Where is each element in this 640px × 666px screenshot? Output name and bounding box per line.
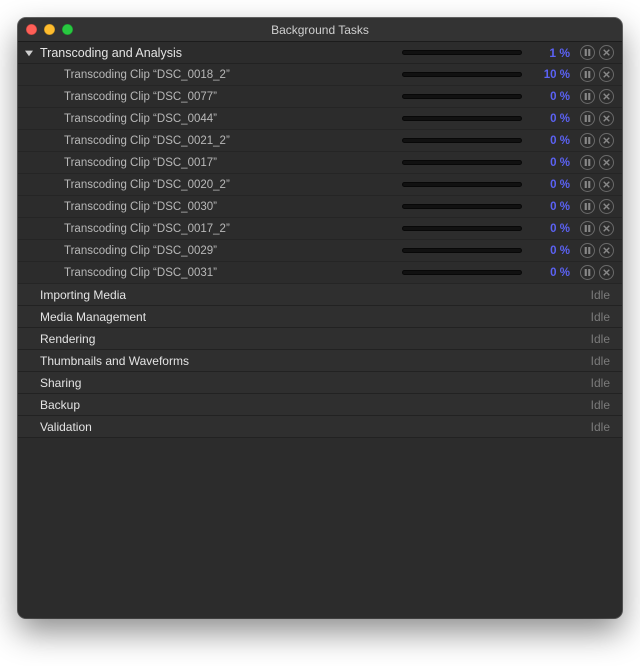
- category-row[interactable]: Rendering Idle: [18, 328, 622, 350]
- close-icon[interactable]: [26, 24, 37, 35]
- window-title: Background Tasks: [271, 23, 369, 37]
- pause-button[interactable]: [580, 45, 595, 60]
- task-progress-percent: 0 %: [532, 157, 570, 169]
- task-label: Transcoding Clip “DSC_0029”: [64, 245, 217, 257]
- category-label: Thumbnails and Waveforms: [40, 354, 189, 368]
- cancel-button[interactable]: [599, 45, 614, 60]
- cancel-button[interactable]: [599, 221, 614, 236]
- task-progress-bar: [402, 116, 522, 121]
- pause-button[interactable]: [580, 243, 595, 258]
- task-progress-percent: 0 %: [532, 223, 570, 235]
- cancel-button[interactable]: [599, 177, 614, 192]
- pause-button[interactable]: [580, 133, 595, 148]
- cancel-button[interactable]: [599, 111, 614, 126]
- task-progress-percent: 0 %: [532, 179, 570, 191]
- task-list: Transcoding and Analysis 1 % Transcoding…: [18, 42, 622, 618]
- task-progress-bar: [402, 270, 522, 275]
- task-label: Transcoding Clip “DSC_0017”: [64, 157, 217, 169]
- task-label: Transcoding Clip “DSC_0031”: [64, 267, 217, 279]
- pause-button[interactable]: [580, 111, 595, 126]
- task-progress-percent: 0 %: [532, 245, 570, 257]
- cancel-button[interactable]: [599, 67, 614, 82]
- task-progress-bar: [402, 182, 522, 187]
- task-label: Transcoding Clip “DSC_0017_2”: [64, 223, 230, 235]
- category-row[interactable]: Backup Idle: [18, 394, 622, 416]
- category-row[interactable]: Media Management Idle: [18, 306, 622, 328]
- zoom-icon[interactable]: [62, 24, 73, 35]
- task-row: Transcoding Clip “DSC_0030” 0 %: [18, 196, 622, 218]
- category-progress-bar: [402, 50, 522, 55]
- task-row: Transcoding Clip “DSC_0077” 0 %: [18, 86, 622, 108]
- cancel-button[interactable]: [599, 89, 614, 104]
- pause-button[interactable]: [580, 221, 595, 236]
- minimize-icon[interactable]: [44, 24, 55, 35]
- category-label: Sharing: [40, 376, 81, 390]
- category-label: Media Management: [40, 310, 146, 324]
- category-status: Idle: [591, 398, 614, 412]
- category-status: Idle: [591, 332, 614, 346]
- category-status: Idle: [591, 420, 614, 434]
- task-label: Transcoding Clip “DSC_0021_2”: [64, 135, 230, 147]
- category-status: Idle: [591, 376, 614, 390]
- pause-button[interactable]: [580, 67, 595, 82]
- cancel-button[interactable]: [599, 243, 614, 258]
- category-status: Idle: [591, 310, 614, 324]
- category-progress-percent: 1 %: [532, 46, 570, 60]
- task-progress-bar: [402, 72, 522, 77]
- window-controls: [26, 24, 73, 35]
- category-status: Idle: [591, 288, 614, 302]
- task-progress-bar: [402, 248, 522, 253]
- task-progress-percent: 0 %: [532, 135, 570, 147]
- category-label: Validation: [40, 420, 92, 434]
- task-row: Transcoding Clip “DSC_0044” 0 %: [18, 108, 622, 130]
- cancel-button[interactable]: [599, 199, 614, 214]
- task-row: Transcoding Clip “DSC_0017_2” 0 %: [18, 218, 622, 240]
- category-row[interactable]: Validation Idle: [18, 416, 622, 438]
- task-label: Transcoding Clip “DSC_0018_2”: [64, 69, 230, 81]
- pause-button[interactable]: [580, 199, 595, 214]
- category-label: Rendering: [40, 332, 95, 346]
- category-label: Backup: [40, 398, 80, 412]
- task-label: Transcoding Clip “DSC_0030”: [64, 201, 217, 213]
- pause-button[interactable]: [580, 89, 595, 104]
- task-progress-bar: [402, 138, 522, 143]
- task-row: Transcoding Clip “DSC_0029” 0 %: [18, 240, 622, 262]
- pause-button[interactable]: [580, 155, 595, 170]
- disclosure-triangle-icon[interactable]: [24, 48, 34, 58]
- task-row: Transcoding Clip “DSC_0021_2” 0 %: [18, 130, 622, 152]
- task-row: Transcoding Clip “DSC_0018_2” 10 %: [18, 64, 622, 86]
- task-progress-percent: 0 %: [532, 267, 570, 279]
- category-label: Transcoding and Analysis: [40, 46, 182, 60]
- task-progress-bar: [402, 204, 522, 209]
- category-row[interactable]: Importing Media Idle: [18, 284, 622, 306]
- task-progress-percent: 0 %: [532, 201, 570, 213]
- category-label: Importing Media: [40, 288, 126, 302]
- cancel-button[interactable]: [599, 265, 614, 280]
- task-progress-percent: 0 %: [532, 91, 570, 103]
- task-progress-bar: [402, 226, 522, 231]
- titlebar: Background Tasks: [18, 18, 622, 42]
- category-row[interactable]: Thumbnails and Waveforms Idle: [18, 350, 622, 372]
- task-row: Transcoding Clip “DSC_0020_2” 0 %: [18, 174, 622, 196]
- task-label: Transcoding Clip “DSC_0077”: [64, 91, 217, 103]
- task-progress-bar: [402, 94, 522, 99]
- cancel-button[interactable]: [599, 155, 614, 170]
- category-row[interactable]: Sharing Idle: [18, 372, 622, 394]
- background-tasks-window: Background Tasks Transcoding and Analysi…: [18, 18, 622, 618]
- task-row: Transcoding Clip “DSC_0017” 0 %: [18, 152, 622, 174]
- category-transcoding-and-analysis[interactable]: Transcoding and Analysis 1 %: [18, 42, 622, 64]
- task-progress-percent: 10 %: [532, 69, 570, 81]
- task-label: Transcoding Clip “DSC_0044”: [64, 113, 217, 125]
- task-row: Transcoding Clip “DSC_0031” 0 %: [18, 262, 622, 284]
- category-status: Idle: [591, 354, 614, 368]
- cancel-button[interactable]: [599, 133, 614, 148]
- task-progress-bar: [402, 160, 522, 165]
- task-progress-percent: 0 %: [532, 113, 570, 125]
- task-label: Transcoding Clip “DSC_0020_2”: [64, 179, 230, 191]
- pause-button[interactable]: [580, 177, 595, 192]
- pause-button[interactable]: [580, 265, 595, 280]
